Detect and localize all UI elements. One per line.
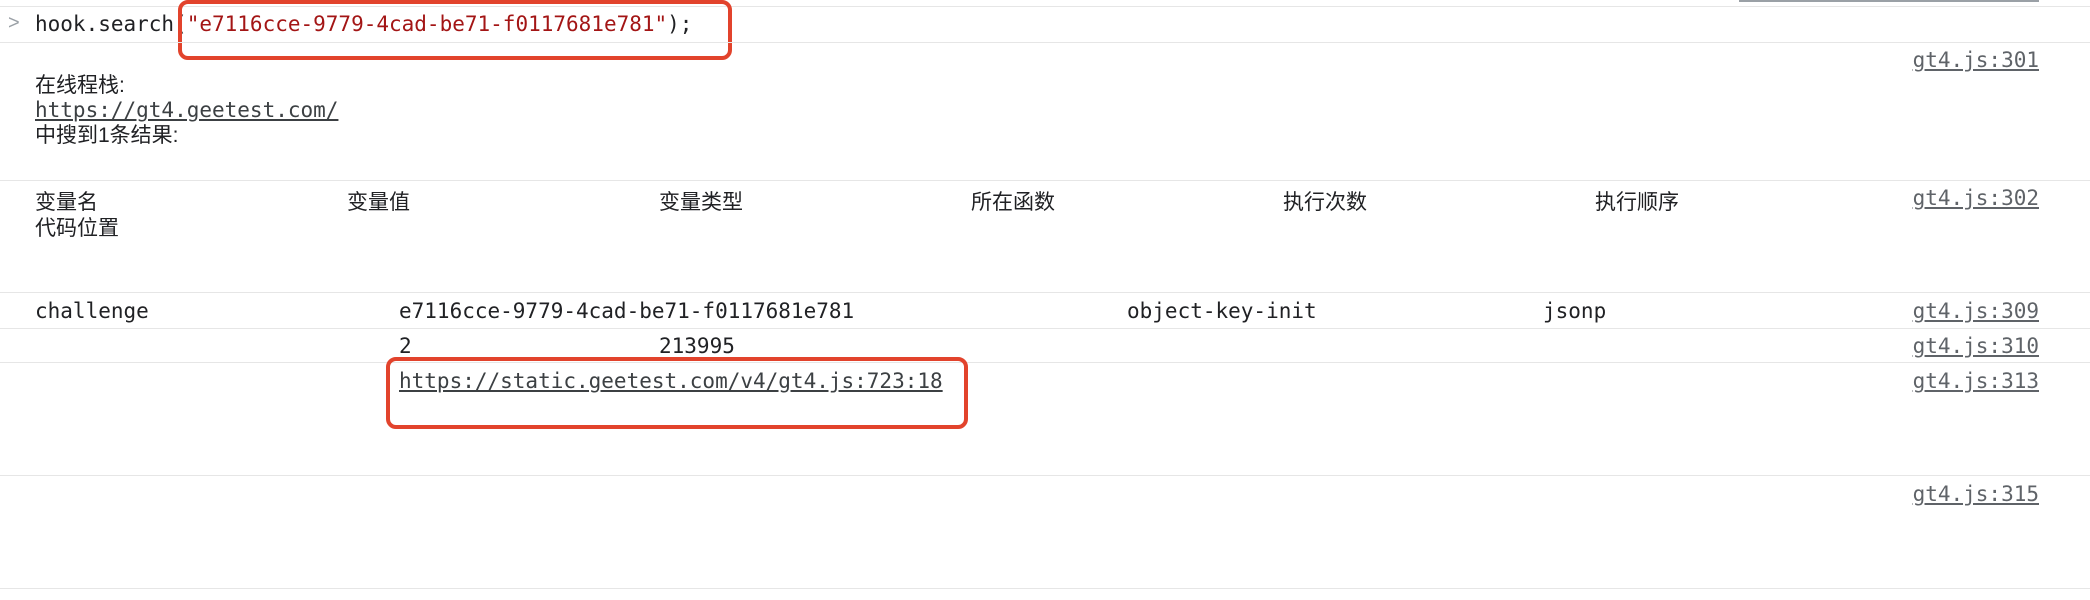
cell-exec-count: 2 [399, 334, 412, 358]
header-function: 所在函数 [971, 191, 1055, 214]
input-prefix: hook.search( [35, 12, 187, 36]
source-link-302[interactable]: gt4.js:302 [1913, 186, 2039, 210]
cell-var-name: challenge [35, 299, 149, 323]
separator [0, 328, 2090, 329]
cell-var-value: e7116cce-9779-4cad-be71-f0117681e781 [399, 299, 855, 323]
header-var-type: 变量类型 [659, 191, 743, 214]
source-link-310[interactable]: gt4.js:310 [1913, 334, 2039, 358]
separator [0, 475, 2090, 476]
message-url-link[interactable]: https://gt4.geetest.com/ [35, 98, 338, 123]
separator [0, 180, 2090, 181]
highlight-box-search-arg [178, 0, 732, 60]
cell-exec-order: 213995 [659, 334, 735, 358]
source-link-315[interactable]: gt4.js:315 [1913, 482, 2039, 506]
separator [0, 362, 2090, 363]
cell-function: jsonp [1543, 299, 1607, 323]
message-line-result: 中搜到1条结果: [35, 124, 179, 147]
separator [0, 292, 2090, 293]
cell-var-type: object-key-init [1127, 299, 1317, 323]
source-link-301[interactable]: gt4.js:301 [1913, 48, 2039, 72]
highlight-box-location [386, 357, 968, 429]
header-code-location: 代码位置 [35, 217, 119, 240]
source-link-313[interactable]: gt4.js:313 [1913, 369, 2039, 393]
separator [0, 42, 2090, 43]
message-block: 在线程栈: https://gt4.geetest.com/ 中搜到1条结果: [35, 73, 338, 148]
source-link-309[interactable]: gt4.js:309 [1913, 299, 2039, 323]
cut-off-link [1739, 0, 2039, 2]
header-var-value: 变量值 [347, 191, 410, 214]
header-exec-count: 执行次数 [1283, 191, 1367, 214]
header-exec-order: 执行顺序 [1595, 191, 1679, 214]
message-line-stack: 在线程栈: [35, 74, 125, 97]
separator [0, 588, 2090, 589]
prompt-chevron-icon: > [8, 12, 20, 34]
